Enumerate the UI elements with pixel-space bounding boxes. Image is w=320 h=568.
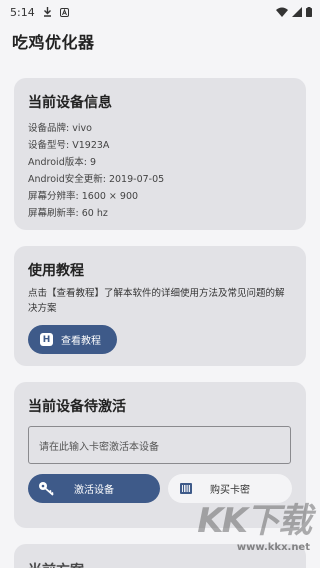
activate-device-button[interactable]: 激活设备 (28, 474, 160, 503)
activate-device-label: 激活设备 (74, 485, 114, 496)
info-label: 设备品牌: (28, 123, 70, 134)
info-value: 2019-07-05 (108, 174, 165, 185)
wifi-icon (276, 7, 288, 17)
activation-button-row: 激活设备 购买卡密 (28, 474, 292, 503)
battery-icon (306, 7, 312, 17)
info-label: Android安全更新: (28, 174, 106, 185)
activation-title: 当前设备待激活 (28, 399, 126, 415)
info-label: 屏幕刷新率: (28, 208, 79, 219)
tutorial-description: 点击【查看教程】了解本软件的详细使用方法及常见问题的解决方案 (28, 288, 285, 314)
info-label: 屏幕分辨率: (28, 191, 79, 202)
download-icon (43, 7, 51, 17)
card-key-input[interactable]: 请在此输入卡密激活本设备 (28, 426, 291, 464)
app-bar: 吃鸡优化器 (0, 24, 320, 58)
signal-icon (292, 7, 302, 17)
view-tutorial-label: 查看教程 (61, 336, 101, 347)
info-label: Android版本: (28, 157, 87, 168)
info-row-model: 设备型号: V1923A (28, 137, 292, 154)
tutorial-card: 使用教程 点击【查看教程】了解本软件的详细使用方法及常见问题的解决方案 H 查看… (14, 246, 306, 366)
watermark-url: www.kkx.net (236, 542, 310, 553)
info-row-security-update: Android安全更新: 2019-07-05 (28, 171, 292, 188)
info-value: 1600 × 900 (81, 191, 139, 202)
info-value: V1923A (72, 140, 110, 151)
status-time: 5:14 (10, 5, 35, 19)
card-key-placeholder: 请在此输入卡密激活本设备 (39, 441, 159, 453)
site-watermark: KK下载 www.kkx.net (190, 500, 312, 562)
tutorial-title: 使用教程 (28, 263, 84, 279)
info-row-android-version: Android版本: 9 (28, 154, 292, 171)
app-title: 吃鸡优化器 (12, 33, 95, 52)
info-row-refresh-rate: 屏幕刷新率: 60 hz (28, 205, 292, 222)
info-value: 9 (89, 157, 97, 168)
info-value: vivo (72, 123, 92, 134)
barcode-icon (180, 483, 192, 494)
info-row-brand: 设备品牌: vivo (28, 120, 292, 137)
device-info-card: 当前设备信息 设备品牌: vivo 设备型号: V1923A Android版本… (14, 78, 306, 230)
info-label: 设备型号: (28, 140, 70, 151)
info-row-resolution: 屏幕分辨率: 1600 × 900 (28, 188, 292, 205)
watermark-brand: KK下载 (197, 501, 312, 541)
info-value: 60 hz (81, 208, 108, 219)
notification-a-icon (59, 7, 69, 17)
status-bar-right (276, 7, 312, 17)
status-bar: 5:14 (0, 0, 320, 24)
view-tutorial-button[interactable]: H 查看教程 (28, 325, 117, 354)
key-icon (39, 482, 54, 496)
buy-card-key-label: 购买卡密 (210, 485, 250, 496)
buy-card-key-button[interactable]: 购买卡密 (168, 474, 292, 503)
help-book-icon: H (40, 333, 53, 346)
status-bar-left: 5:14 (10, 6, 69, 19)
device-info-title: 当前设备信息 (28, 95, 112, 111)
